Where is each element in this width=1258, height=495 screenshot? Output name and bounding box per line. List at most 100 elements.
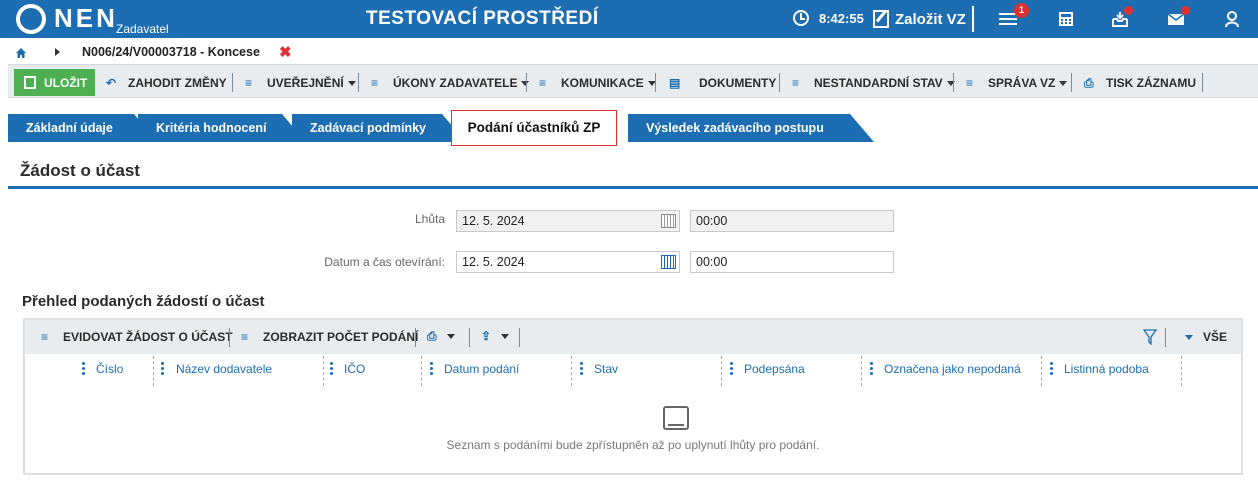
save-label: ULOŽIT bbox=[44, 75, 88, 90]
section-divider bbox=[8, 186, 1258, 189]
deadline-time-field: 00:00 bbox=[690, 210, 894, 232]
tab-participant-submissions[interactable]: Podání účastníků ZP bbox=[451, 110, 617, 146]
list-icon: ≡ bbox=[539, 76, 547, 90]
breadcrumb-arrow-icon bbox=[55, 48, 60, 56]
submissions-grid: ≡ EVIDOVAT ŽÁDOST O ÚČAST ≡ ZOBRAZIT POČET… bbox=[23, 318, 1243, 475]
section-title: Žádost o účast bbox=[20, 161, 140, 180]
toolbar-divider bbox=[1165, 328, 1166, 347]
column-menu-icon[interactable] bbox=[330, 362, 333, 376]
opening-date-value: 12. 5. 2024 bbox=[462, 255, 525, 269]
export-menu[interactable]: ⇪ bbox=[481, 330, 509, 342]
toolbar-divider bbox=[469, 328, 470, 347]
submissions-overview-title: Přehled podaných žádostí o účast bbox=[22, 293, 265, 310]
discard-changes-button[interactable]: ↶ ZAHODIT ZMĚNY bbox=[106, 75, 227, 91]
admin-label: SPRÁVA VZ bbox=[988, 76, 1056, 90]
close-icon[interactable]: ✖ bbox=[279, 43, 292, 61]
publish-label: UVEŘEJNĚNÍ bbox=[267, 76, 344, 90]
column-header-supplier-name[interactable]: Název dodavatele bbox=[176, 362, 272, 376]
floppy-icon bbox=[24, 76, 36, 89]
documents-button[interactable]: ▤ DOKUMENTY bbox=[669, 75, 776, 91]
opening-date-field[interactable]: 12. 5. 2024 bbox=[456, 251, 680, 273]
clock-time: 8:42:55 bbox=[819, 10, 864, 26]
toolbar-divider bbox=[953, 73, 954, 92]
column-menu-icon[interactable] bbox=[161, 362, 164, 376]
chevron-down-icon bbox=[1185, 334, 1193, 340]
printer-icon: ⎙ bbox=[1084, 76, 1094, 90]
mail-alert-dot bbox=[1181, 6, 1190, 15]
logo-mark-icon bbox=[16, 4, 46, 34]
column-header-ico[interactable]: IČO bbox=[344, 362, 365, 376]
column-menu-icon[interactable] bbox=[430, 362, 433, 376]
toolbar-divider bbox=[1202, 73, 1203, 92]
printer-icon: ⎙ bbox=[427, 329, 437, 343]
toolbar-divider bbox=[526, 73, 527, 92]
register-request-button[interactable]: ≡ EVIDOVAT ŽÁDOST O ÚČAST bbox=[41, 330, 233, 344]
tab-basic-info[interactable]: Základní údaje bbox=[8, 114, 158, 142]
chevron-down-icon bbox=[1059, 80, 1068, 86]
save-button[interactable]: ULOŽIT bbox=[14, 69, 95, 96]
column-divider bbox=[1041, 356, 1042, 386]
column-divider bbox=[861, 356, 862, 386]
column-header-marked-not-submitted[interactable]: Označena jako nepodaná bbox=[884, 362, 1021, 376]
column-divider bbox=[323, 356, 324, 386]
opening-label: Datum a čas otevírání: bbox=[324, 255, 445, 269]
home-icon[interactable] bbox=[15, 47, 27, 59]
actions-menu[interactable]: ≡ ÚKONY ZADAVATELE bbox=[371, 75, 530, 91]
edit-icon bbox=[873, 10, 889, 28]
nonstandard-label: NESTANDARDNÍ STAV bbox=[814, 76, 943, 90]
publish-menu[interactable]: ≡ UVEŘEJNĚNÍ bbox=[245, 75, 356, 91]
grid-toolbar: ≡ EVIDOVAT ŽÁDOST O ÚČAST ≡ ZOBRAZIT POČET… bbox=[25, 320, 1241, 354]
column-menu-icon[interactable] bbox=[580, 362, 583, 376]
toolbar-divider bbox=[779, 73, 780, 92]
tab-procedure-result[interactable]: Výsledek zadávacího postupu bbox=[628, 114, 874, 142]
opening-time-field[interactable]: 00:00 bbox=[690, 251, 894, 273]
calendar-icon[interactable] bbox=[661, 255, 676, 269]
user-icon[interactable] bbox=[1223, 10, 1241, 28]
new-vz-label: Založit VZ bbox=[895, 10, 966, 28]
toolbar-divider bbox=[229, 328, 230, 347]
column-header-signed[interactable]: Podepsána bbox=[744, 362, 805, 376]
toolbar-divider bbox=[655, 73, 656, 92]
session-clock: 8:42:55 bbox=[793, 10, 864, 26]
discard-label: ZAHODIT ZMĚNY bbox=[128, 76, 227, 90]
document-icon: ▤ bbox=[669, 76, 681, 90]
toolbar-divider bbox=[1071, 73, 1072, 92]
deadline-date-value: 12. 5. 2024 bbox=[462, 214, 525, 228]
page-size-select[interactable]: VŠE bbox=[1181, 330, 1227, 344]
show-submission-count-button[interactable]: ≡ ZOBRAZIT POČET PODÁNÍ bbox=[241, 330, 418, 344]
column-menu-icon[interactable] bbox=[870, 362, 873, 376]
register-label: EVIDOVAT ŽÁDOST O ÚČAST bbox=[63, 330, 233, 344]
column-divider bbox=[153, 356, 154, 386]
column-divider bbox=[721, 356, 722, 386]
chevron-down-icon bbox=[501, 333, 509, 339]
column-header-status[interactable]: Stav bbox=[594, 362, 618, 376]
admin-vz-menu[interactable]: ≡ SPRÁVA VZ bbox=[966, 75, 1068, 91]
chevron-down-icon bbox=[447, 333, 455, 339]
list-icon: ≡ bbox=[371, 76, 379, 90]
nonstandard-state-menu[interactable]: ≡ NESTANDARDNÍ STAV bbox=[792, 75, 955, 91]
print-menu[interactable]: ⎙ bbox=[427, 330, 455, 342]
list-icon: ≡ bbox=[241, 330, 249, 344]
column-divider bbox=[1181, 356, 1182, 386]
export-icon: ⇪ bbox=[481, 329, 492, 343]
filter-icon[interactable] bbox=[1143, 329, 1157, 345]
tab-evaluation-criteria[interactable]: Kritéria hodnocení bbox=[138, 114, 306, 142]
nen-logo[interactable]: NEN bbox=[16, 4, 118, 34]
logo-text: NEN bbox=[54, 3, 118, 33]
column-menu-icon[interactable] bbox=[1050, 362, 1053, 376]
column-menu-icon[interactable] bbox=[730, 362, 733, 376]
empty-state-message: Seznam s podáními bude zpřístupněn až po… bbox=[446, 438, 820, 452]
list-icon: ≡ bbox=[792, 76, 800, 90]
toolbar-divider bbox=[415, 328, 416, 347]
breadcrumb-item[interactable]: N006/24/V00003718 - Koncese bbox=[82, 45, 260, 59]
column-header-submission-date[interactable]: Datum podání bbox=[444, 362, 519, 376]
column-header-paper-form[interactable]: Listinná podoba bbox=[1064, 362, 1149, 376]
calculator-icon[interactable] bbox=[1057, 10, 1075, 28]
new-vz-button[interactable]: Založit VZ bbox=[873, 6, 974, 32]
undo-icon: ↶ bbox=[106, 76, 117, 90]
communication-menu[interactable]: ≡ KOMUNIKACE bbox=[539, 75, 656, 91]
tab-tender-conditions[interactable]: Zadávací podmínky bbox=[292, 114, 466, 142]
column-menu-icon[interactable] bbox=[82, 362, 85, 376]
print-record-button[interactable]: ⎙ TISK ZÁZNAMU bbox=[1084, 75, 1196, 91]
column-header-number[interactable]: Číslo bbox=[96, 362, 123, 376]
